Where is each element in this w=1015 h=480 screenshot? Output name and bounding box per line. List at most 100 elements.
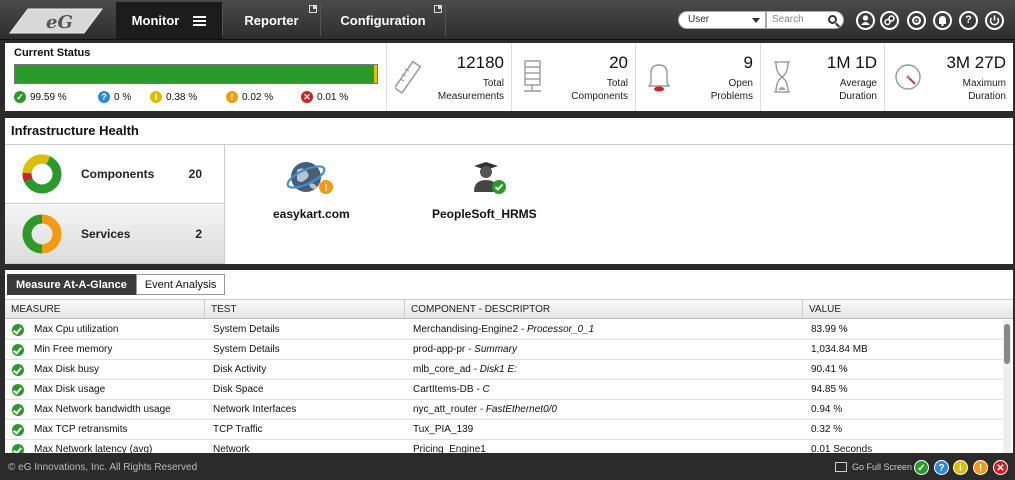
measure-cell: Max TCP retransmits [34,424,128,435]
test-cell: Disk Space [213,384,264,395]
component-name: mlb_core_ad [413,364,471,375]
components-count: 20 [188,167,202,181]
measure-cell: Max Disk busy [34,364,100,375]
check-icon [12,424,24,436]
tab-monitor[interactable]: Monitor [116,2,222,39]
table-scrollbar[interactable] [1003,320,1011,453]
metric-label: Total Measurements [437,78,504,102]
column-header-measure[interactable]: MEASURE [5,300,204,319]
measure-cell: Max Disk usage [34,384,106,395]
nav-divider [445,4,446,36]
gear-icon[interactable] [907,11,926,30]
components-label: Components [81,167,155,181]
descriptor-name: Summary [474,344,517,355]
power-icon[interactable] [985,11,1004,30]
search-input[interactable]: Search [766,11,844,29]
table-row[interactable]: Max Cpu utilization System Details Merchan… [5,320,1003,340]
check-icon[interactable]: ✓ [914,460,929,475]
infrastructure-health-title: Infrastructure Health [11,123,139,138]
metric-total-measurements[interactable]: 12180 Total Measurements [386,43,511,111]
tab-configuration-label: Configuration [340,13,426,28]
component-cell[interactable]: prod-app-pr - Summary [413,340,801,360]
legend-critical[interactable]: ✕ 0.01 % [301,91,348,103]
measures-tabs: Measure At-A-Glance Event Analysis [7,274,226,295]
metric-open-problems[interactable]: 9 Open Problems [635,43,760,111]
go-full-screen-button[interactable]: Go Full Screen [835,462,912,472]
test-cell: System Details [213,324,280,335]
tab-monitor-label: Monitor [131,13,180,28]
search-icon[interactable] [828,15,837,24]
component-cell[interactable]: nyc_att_router - FastEthernet0/0 [413,400,801,420]
link-icon[interactable] [880,11,899,30]
status-progress-bar[interactable] [14,64,378,84]
descriptor-separator: - [465,344,475,355]
legend-unknown[interactable]: ? 0 % [98,91,131,103]
eg-logo[interactable]: eG [6,5,104,35]
service-name: easykart.com [273,207,350,221]
legend-minor[interactable]: i 0.38 % [150,91,197,103]
component-name: Tux_PIA_139 [413,424,474,435]
legend-critical-value: 0.01 % [317,91,349,103]
tab-measure-at-a-glance[interactable]: Measure At-A-Glance [7,274,136,295]
table-row[interactable]: Max Disk busy Disk Activity mlb_core_ad - … [5,360,1003,380]
table-row[interactable]: Max Disk usage Disk Space CartItems-DB - C… [5,380,1003,400]
component-name: prod-app-pr [413,344,466,355]
divider [224,145,225,264]
table-row[interactable]: Min Free memory System Details prod-app-pr… [5,340,1003,360]
metric-maximum-duration[interactable]: 3M 27D Maximum Duration [884,43,1013,111]
alarm-bell-icon [647,64,671,92]
component-cell[interactable]: Tux_PIA_139 [413,420,801,440]
menu-icon[interactable] [193,15,207,26]
column-header-value[interactable]: VALUE [802,300,1013,319]
question-icon[interactable]: ? [934,460,949,475]
scrollbar-thumb[interactable] [1004,324,1010,364]
check-icon [12,364,24,376]
logo-text: eG [46,12,73,33]
tab-event-analysis[interactable]: Event Analysis [135,274,226,295]
search-placeholder: Search [772,14,804,25]
table-row[interactable]: Max Network bandwidth usage Network Inter… [5,400,1003,420]
descriptor-separator: - [518,324,527,335]
info-icon[interactable]: i [953,460,968,475]
external-link-icon [309,5,317,13]
exclamation-icon[interactable]: ! [973,460,988,475]
component-cell[interactable]: Merchandising-Engine2 - Processor_0_1 [413,320,801,340]
column-header-test[interactable]: TEST [204,300,404,319]
tab-configuration[interactable]: Configuration [321,2,445,39]
check-icon [12,444,24,453]
user-icon[interactable] [856,11,875,30]
check-icon [12,324,24,336]
component-cell[interactable]: mlb_core_ad - Disk1 E: [413,360,801,380]
footer: © eG Innovations, Inc. All Rights Reserv… [0,456,1015,480]
search-scope-select[interactable]: User [678,11,766,29]
app-root: eG Monitor Reporter Configuration User S… [0,0,1015,480]
table-row[interactable]: Max Network latency (avg) Network Pricing_… [5,440,1003,453]
metric-total-components[interactable]: 20 Total Components [511,43,635,111]
svg-text:!: ! [325,183,328,194]
service-tile-easykart[interactable]: ! easykart.com [273,158,350,221]
external-link-icon [434,5,442,13]
sidebar-item-components[interactable]: Components 20 [5,145,224,204]
legend-major[interactable]: ! 0.02 % [226,91,273,103]
test-cell: Network [213,444,250,453]
metric-average-duration[interactable]: 1M 1D Average Duration [760,43,884,111]
bell-icon[interactable] [933,11,952,30]
component-cell[interactable]: Pricing_Engine1 [413,440,801,453]
close-icon: ✕ [301,91,313,103]
info-icon: i [150,91,162,103]
table-header: MEASURE TEST COMPONENT - DESCRIPTOR VALU… [5,299,1013,319]
column-header-component[interactable]: COMPONENT - DESCRIPTOR [404,300,802,319]
component-cell[interactable]: CartItems-DB - C [413,380,801,400]
sidebar-item-services[interactable]: Services 2 [5,205,224,264]
value-cell: 90.41 % [811,364,848,375]
service-tile-peoplesoft-hrms[interactable]: PeopleSoft_HRMS [432,158,537,221]
tab-reporter[interactable]: Reporter [223,2,320,39]
legend-normal[interactable]: ✓ 99.59 % [14,91,67,103]
close-icon[interactable]: ✕ [993,460,1008,475]
question-icon: ? [98,91,110,103]
status-bar-warning-segment [374,65,377,83]
descriptor-separator: - [476,404,486,415]
check-icon: ✓ [14,91,26,103]
table-row[interactable]: Max TCP retransmits TCP Traffic Tux_PIA_13… [5,420,1003,440]
help-icon[interactable]: ? [959,11,978,30]
